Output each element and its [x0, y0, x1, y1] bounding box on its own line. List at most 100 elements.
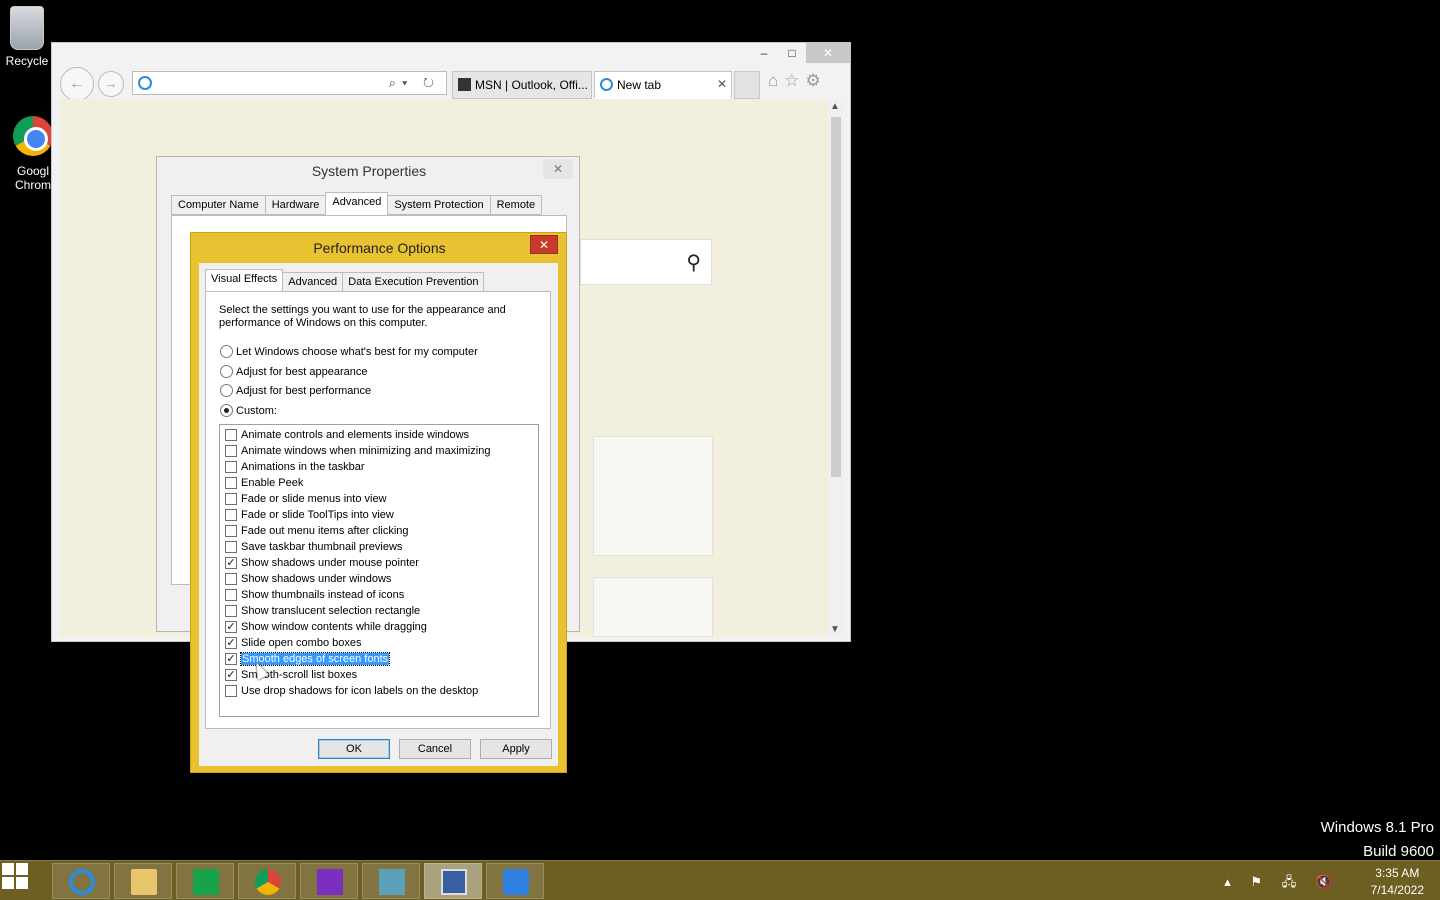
back-button[interactable]: ←: [60, 67, 94, 101]
radio-best-appearance[interactable]: Adjust for best appearance: [220, 365, 367, 378]
taskbar-store[interactable]: [176, 863, 234, 899]
checkbox-checked[interactable]: ✓: [225, 621, 237, 633]
visual-effect-label: Show translucent selection rectangle: [241, 605, 421, 617]
ok-button[interactable]: OK: [318, 739, 390, 759]
close-button[interactable]: ✕: [806, 43, 850, 63]
checkbox[interactable]: [225, 509, 237, 521]
visual-effect-item[interactable]: Show translucent selection rectangle: [225, 603, 538, 619]
scrollbar-thumb[interactable]: [831, 117, 841, 477]
checkbox-checked[interactable]: ✓: [225, 653, 237, 665]
search-refresh-icons[interactable]: ⌕▾ ↻: [389, 75, 440, 91]
visual-effect-item[interactable]: ✓ Smooth edges of screen fonts: [225, 651, 538, 667]
visual-effect-label: Animate controls and elements inside win…: [241, 429, 470, 441]
tab-advanced[interactable]: Advanced: [325, 192, 389, 215]
msn-favicon-icon: [458, 78, 471, 91]
taskbar-chrome[interactable]: [238, 863, 296, 899]
close-button[interactable]: ✕: [543, 159, 573, 179]
checkbox-checked[interactable]: ✓: [225, 669, 237, 681]
visual-effect-item[interactable]: Use drop shadows for icon labels on the …: [225, 683, 538, 699]
scroll-up-icon[interactable]: ▲: [830, 101, 840, 112]
visual-effect-item[interactable]: Show thumbnails instead of icons: [225, 587, 538, 603]
tab-data-execution-prevention[interactable]: Data Execution Prevention: [342, 272, 485, 292]
content-tile[interactable]: [593, 577, 713, 637]
taskbar-app-installer[interactable]: [362, 863, 420, 899]
checkbox[interactable]: [225, 493, 237, 505]
radio-button[interactable]: [220, 345, 233, 358]
visual-effect-item[interactable]: ✓ Show window contents while dragging: [225, 619, 538, 635]
tab-computer-name[interactable]: Computer Name: [171, 195, 266, 215]
checkbox-checked[interactable]: ✓: [225, 637, 237, 649]
radio-custom[interactable]: Custom:: [220, 404, 277, 417]
visual-effect-item[interactable]: Animate controls and elements inside win…: [225, 427, 538, 443]
search-icon[interactable]: ⚲: [686, 250, 701, 275]
checkbox[interactable]: [225, 573, 237, 585]
new-tab-button[interactable]: [734, 71, 760, 99]
taskbar-internet-explorer[interactable]: [52, 863, 110, 899]
visual-effect-item[interactable]: Show shadows under windows: [225, 571, 538, 587]
tab-remote[interactable]: Remote: [489, 195, 543, 215]
radio-button-selected[interactable]: [220, 404, 233, 417]
home-icon[interactable]: ⌂: [768, 71, 784, 90]
address-bar[interactable]: ⌕▾ ↻: [132, 71, 447, 95]
tab-new-tab[interactable]: New tab ✕: [594, 71, 732, 99]
tab-system-protection[interactable]: System Protection: [387, 195, 491, 215]
radio-best-performance[interactable]: Adjust for best performance: [220, 384, 371, 397]
tab-msn[interactable]: MSN | Outlook, Offi...: [452, 71, 592, 99]
gear-icon[interactable]: ⚙: [806, 71, 827, 90]
visual-effect-item[interactable]: Fade or slide ToolTips into view: [225, 507, 538, 523]
page-search-box[interactable]: ⚲: [580, 239, 712, 285]
dialog-client-area: Visual Effects Advanced Data Execution P…: [199, 263, 558, 766]
visual-effect-item[interactable]: Fade out menu items after clicking: [225, 523, 538, 539]
checkbox[interactable]: [225, 685, 237, 697]
taskbar-remote-desktop[interactable]: [424, 863, 482, 899]
taskbar-settings-app[interactable]: [486, 863, 544, 899]
start-button[interactable]: [2, 863, 50, 899]
favorites-icon[interactable]: ☆: [784, 71, 805, 90]
checkbox[interactable]: [225, 461, 237, 473]
radio-button[interactable]: [220, 384, 233, 397]
radio-button[interactable]: [220, 365, 233, 378]
visual-effect-label: Use drop shadows for icon labels on the …: [241, 685, 479, 697]
checkbox[interactable]: [225, 429, 237, 441]
minimize-button[interactable]: –: [750, 43, 778, 63]
visual-effect-item[interactable]: Save taskbar thumbnail previews: [225, 539, 538, 555]
system-tray[interactable]: ▴ ⚑ 🖧 🔇: [1224, 873, 1340, 895]
taskbar-file-explorer[interactable]: [114, 863, 172, 899]
clock[interactable]: 3:35 AM 7/14/2022: [1371, 865, 1424, 899]
checkbox[interactable]: [225, 589, 237, 601]
tab-visual-effects[interactable]: Visual Effects: [205, 269, 284, 292]
taskbar-search-app[interactable]: [300, 863, 358, 899]
visual-effect-item[interactable]: Fade or slide menus into view: [225, 491, 538, 507]
vertical-scrollbar[interactable]: ▲ ▼: [828, 99, 844, 637]
close-button[interactable]: ✕: [530, 235, 558, 254]
checkbox[interactable]: [225, 525, 237, 537]
maximize-button[interactable]: □: [778, 43, 806, 63]
checkbox-checked[interactable]: ✓: [225, 557, 237, 569]
visual-effect-item[interactable]: Enable Peek: [225, 475, 538, 491]
visual-effect-label: Save taskbar thumbnail previews: [241, 541, 403, 553]
tab-label: MSN | Outlook, Offi...: [475, 78, 588, 92]
visual-effect-item[interactable]: ✓ Slide open combo boxes: [225, 635, 538, 651]
tab-advanced[interactable]: Advanced: [282, 272, 344, 292]
radio-let-windows-choose[interactable]: Let Windows choose what's best for my co…: [220, 345, 478, 358]
apply-button[interactable]: Apply: [480, 739, 552, 759]
scroll-down-icon[interactable]: ▼: [830, 624, 840, 635]
visual-effect-item[interactable]: Animations in the taskbar: [225, 459, 538, 475]
visual-effect-item[interactable]: Animate windows when minimizing and maxi…: [225, 443, 538, 459]
forward-button[interactable]: →: [98, 71, 124, 97]
magnifier-icon: [317, 869, 343, 895]
checkbox[interactable]: [225, 541, 237, 553]
ie-favicon-icon: [600, 78, 613, 91]
windows-version-watermark: Windows 8.1 Pro Build 9600: [1321, 816, 1434, 864]
content-tile[interactable]: [593, 436, 713, 556]
checkbox[interactable]: [225, 477, 237, 489]
checkbox[interactable]: [225, 605, 237, 617]
checkbox[interactable]: [225, 445, 237, 457]
cancel-button[interactable]: Cancel: [399, 739, 471, 759]
tab-hardware[interactable]: Hardware: [264, 195, 327, 215]
visual-effect-label: Show thumbnails instead of icons: [241, 589, 405, 601]
visual-effect-item[interactable]: ✓ Smooth-scroll list boxes: [225, 667, 538, 683]
visual-effect-item[interactable]: ✓ Show shadows under mouse pointer: [225, 555, 538, 571]
sun-icon: [503, 869, 529, 895]
tab-close-icon[interactable]: ✕: [717, 77, 727, 91]
